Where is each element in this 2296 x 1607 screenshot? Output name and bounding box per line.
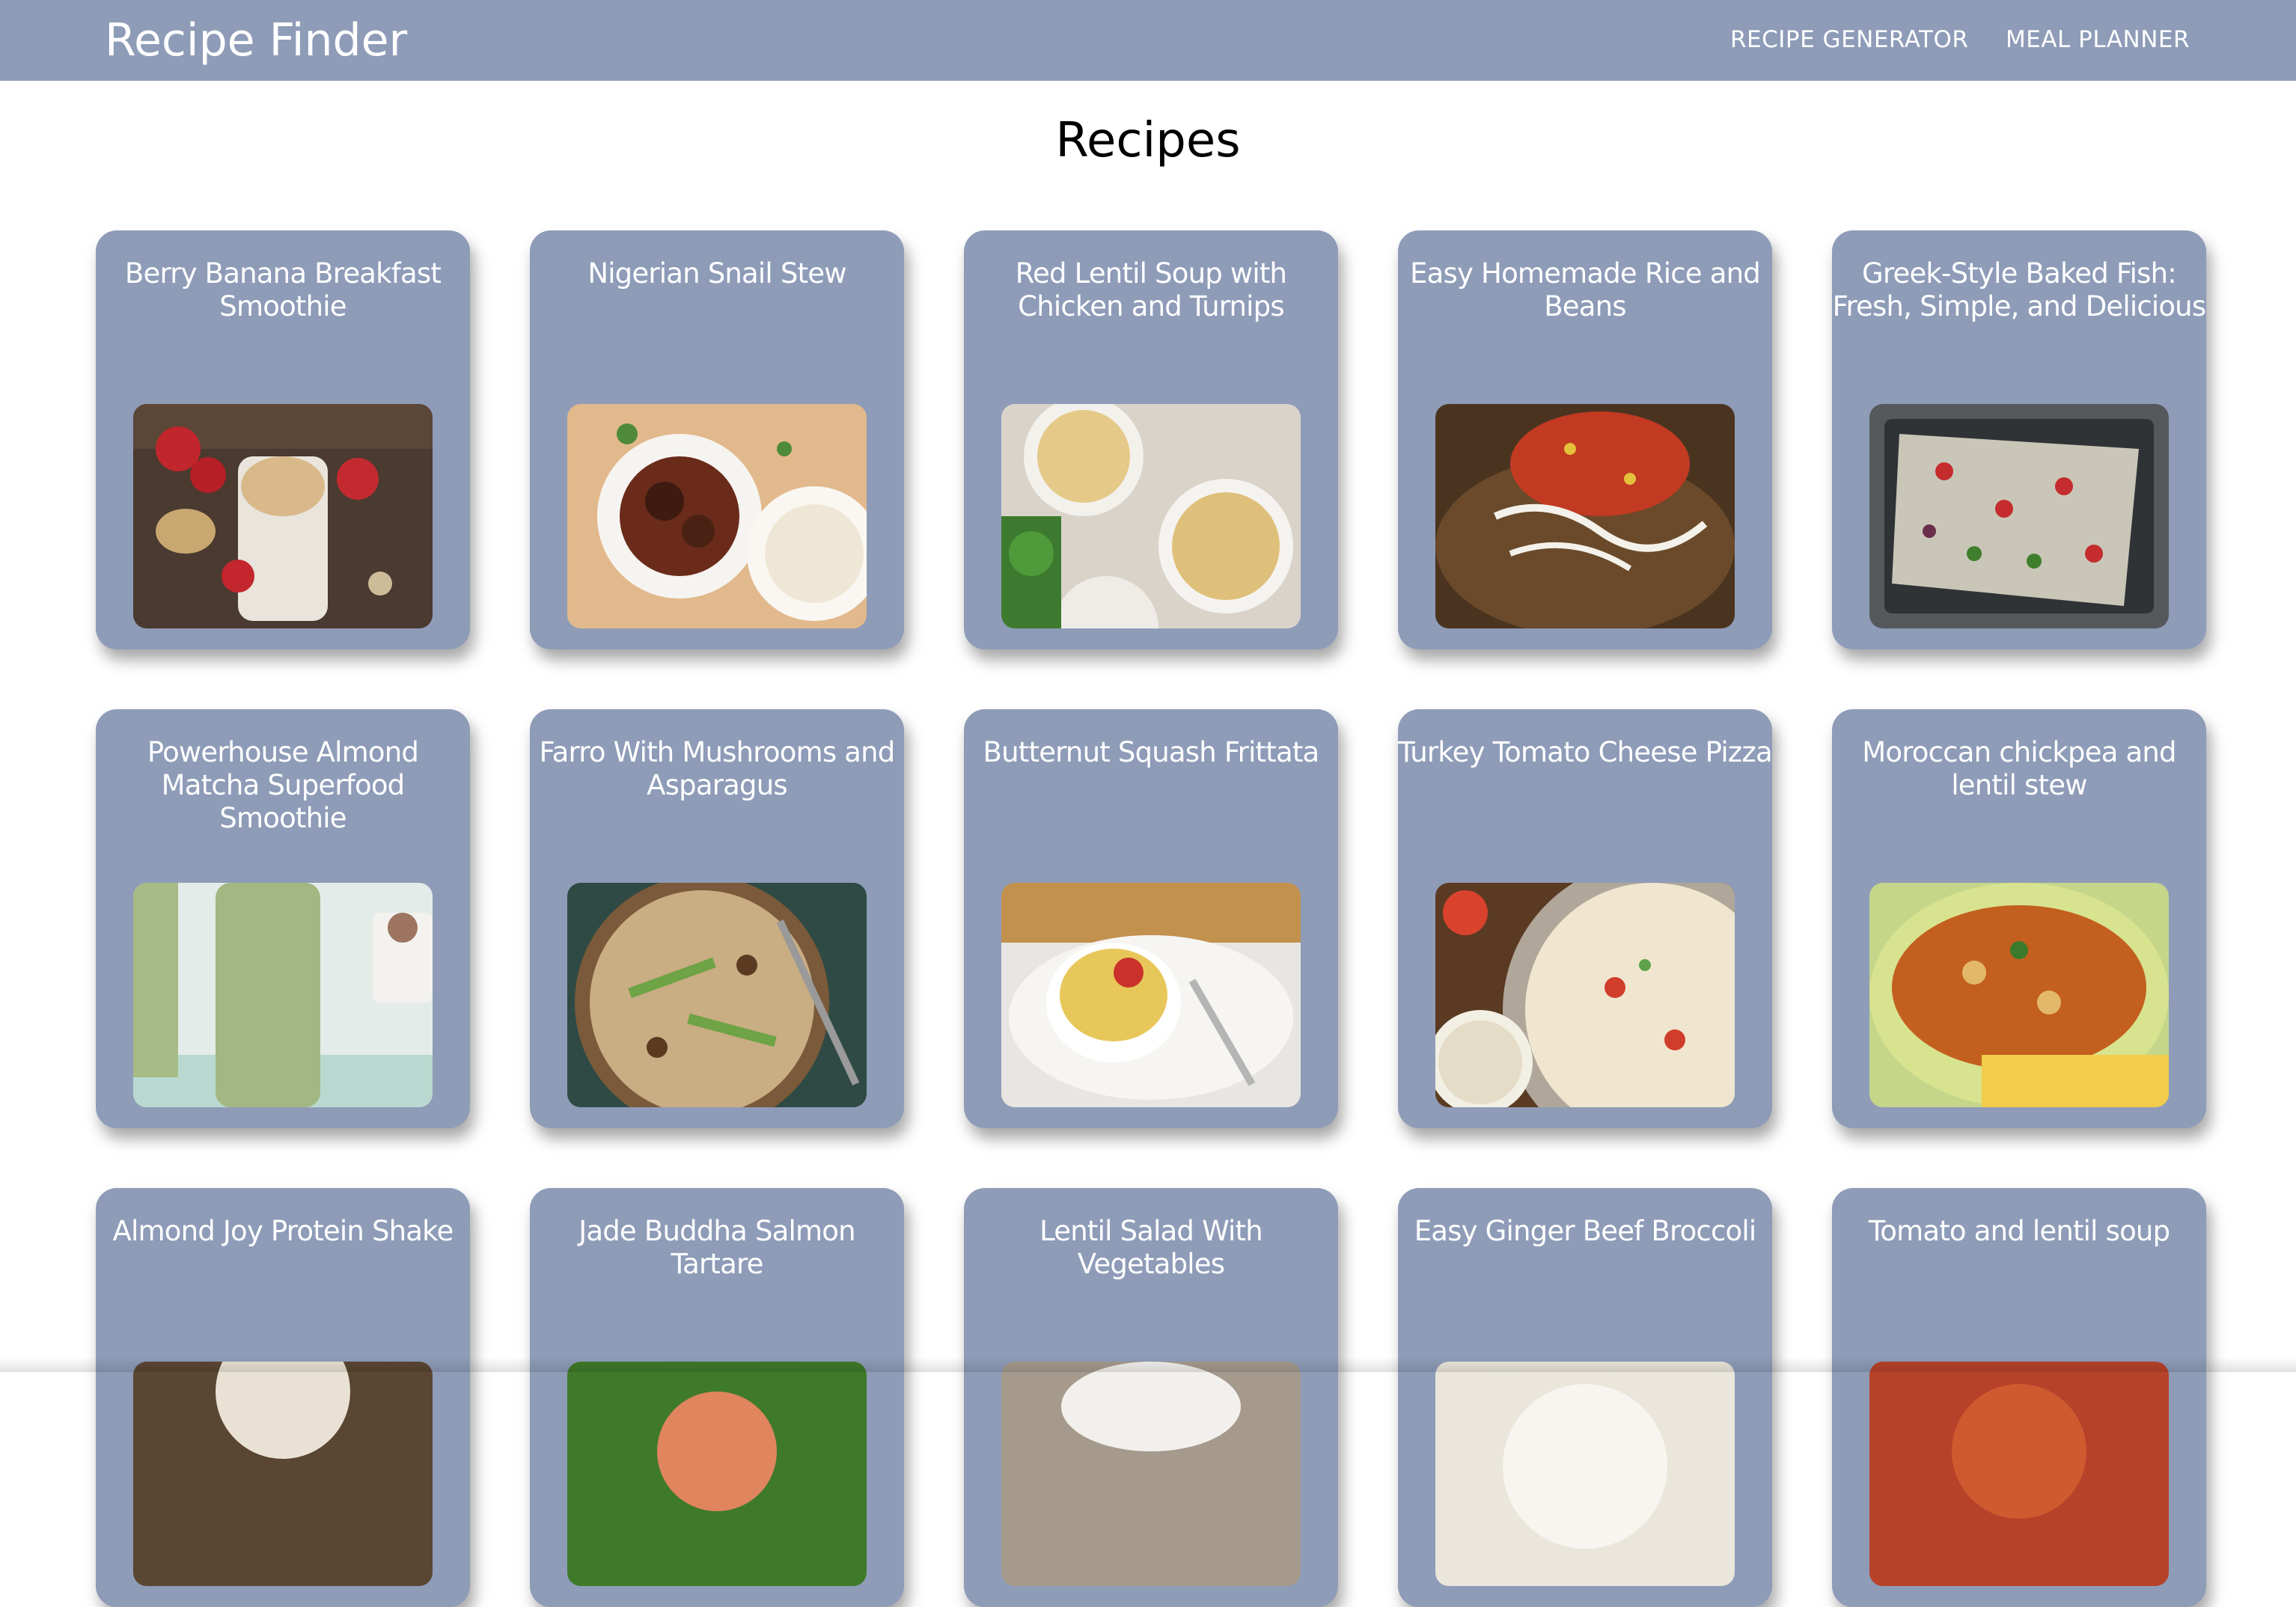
recipe-card[interactable]: Butternut Squash Frittata: [964, 709, 1338, 1128]
recipe-card[interactable]: Farro With Mushrooms and Asparagus: [530, 709, 904, 1128]
recipe-image-lentil-salad: [1001, 1362, 1301, 1586]
recipe-image-rice-beans: [1435, 404, 1735, 628]
recipe-card[interactable]: Easy Homemade Rice and Beans: [1398, 230, 1772, 649]
scroll-shadow: [0, 1357, 2296, 1372]
recipe-card[interactable]: Powerhouse Almond Matcha Superfood Smoot…: [96, 709, 470, 1128]
recipe-grid: Berry Banana Breakfast Smoothie Nigerian…: [0, 0, 2296, 1607]
recipe-image-protein-shake: [133, 1362, 433, 1586]
recipe-card[interactable]: Jade Buddha Salmon Tartare: [530, 1188, 904, 1607]
recipe-card-title: Easy Ginger Beef Broccoli: [1414, 1215, 1756, 1247]
recipe-card-title: Moroccan chickpea and lentil stew: [1862, 736, 2176, 801]
recipe-card[interactable]: Moroccan chickpea and lentil stew: [1832, 709, 2206, 1128]
recipe-card-title: Tomato and lentil soup: [1868, 1215, 2170, 1247]
recipe-card[interactable]: Lentil Salad With Vegetables: [964, 1188, 1338, 1607]
recipe-card-title: Butternut Squash Frittata: [983, 736, 1320, 768]
recipe-card[interactable]: Almond Joy Protein Shake: [96, 1188, 470, 1607]
recipe-card-title: Lentil Salad With Vegetables: [1039, 1215, 1263, 1280]
recipe-card[interactable]: Greek-Style Baked Fish: Fresh, Simple, a…: [1832, 230, 2206, 649]
recipe-card-title: Easy Homemade Rice and Beans: [1410, 257, 1761, 322]
recipe-image-chickpea-stew: [1869, 883, 2169, 1107]
recipe-card-title: Nigerian Snail Stew: [587, 257, 846, 290]
recipe-image-frittata: [1001, 883, 1301, 1107]
recipe-image-lentil-soup: [1001, 404, 1301, 628]
recipe-card[interactable]: Red Lentil Soup with Chicken and Turnips: [964, 230, 1338, 649]
recipe-card-title: Turkey Tomato Cheese Pizza: [1398, 736, 1772, 768]
recipe-image-beef-broccoli: [1435, 1362, 1735, 1586]
recipe-card[interactable]: Berry Banana Breakfast Smoothie: [96, 230, 470, 649]
recipe-image-smoothie: [133, 404, 433, 628]
recipe-card-title: Powerhouse Almond Matcha Superfood Smoot…: [147, 736, 419, 834]
recipe-image-matcha-smoothie: [133, 883, 433, 1107]
recipe-card[interactable]: Easy Ginger Beef Broccoli: [1398, 1188, 1772, 1607]
recipe-card-title: Farro With Mushrooms and Asparagus: [539, 736, 896, 801]
recipe-card-title: Red Lentil Soup with Chicken and Turnips: [1015, 257, 1287, 322]
recipe-image-baked-fish: [1869, 404, 2169, 628]
recipe-image-salmon-tartare: [567, 1362, 867, 1586]
recipe-card[interactable]: Nigerian Snail Stew: [530, 230, 904, 649]
recipe-image-pizza: [1435, 883, 1735, 1107]
recipe-card[interactable]: Turkey Tomato Cheese Pizza: [1398, 709, 1772, 1128]
recipe-card-title: Jade Buddha Salmon Tartare: [578, 1215, 855, 1280]
recipe-card-title: Greek-Style Baked Fish: Fresh, Simple, a…: [1832, 257, 2206, 322]
recipe-card[interactable]: Tomato and lentil soup: [1832, 1188, 2206, 1607]
recipe-card-title: Almond Joy Protein Shake: [112, 1215, 454, 1247]
recipe-image-tomato-lentil-soup: [1869, 1362, 2169, 1586]
recipe-card-title: Berry Banana Breakfast Smoothie: [124, 257, 442, 322]
recipe-image-farro: [567, 883, 867, 1107]
recipe-image-snail-stew: [567, 404, 867, 628]
